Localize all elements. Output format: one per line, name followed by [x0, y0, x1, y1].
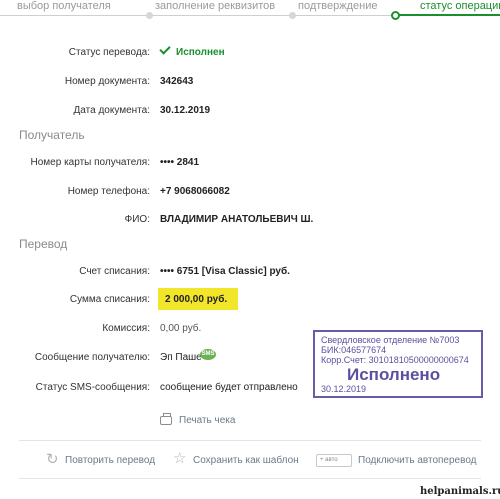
step-dot [146, 12, 153, 19]
full-name-label: ФИО: [124, 214, 150, 225]
stepper-track-active [394, 14, 500, 16]
print-receipt-link[interactable]: Печать чека [179, 415, 235, 426]
progress-stepper: выбор получателя заполнение реквизитов п… [0, 0, 500, 20]
stamp-bik: БИК:046577674 [321, 345, 387, 355]
card-number-value: •••• 2841 [160, 157, 200, 168]
doc-number-value: 342643 [160, 76, 194, 87]
checkmark-icon [159, 43, 171, 55]
phone-value: +7 9068066082 [160, 186, 230, 197]
amount-value: 2 000,00 руб. [165, 294, 228, 305]
stamp-branch: Свердловское отделение №7003 [321, 335, 460, 345]
autopay-link[interactable]: Подключить автоперевод [358, 455, 477, 466]
step-dot [289, 12, 296, 19]
step-fill-details: заполнение реквизитов [155, 0, 276, 12]
fee-label: Комиссия: [102, 323, 150, 334]
status-label: Статус перевода: [68, 47, 150, 58]
star-icon[interactable]: ☆ [173, 451, 186, 466]
refresh-icon[interactable]: ↻ [46, 452, 59, 467]
full-name-value: ВЛАДИМИР АНАТОЛЬЕВИЧ Ш. [160, 214, 314, 225]
message-label: Сообщение получателю: [34, 352, 150, 363]
transfer-section-title: Перевод [19, 237, 68, 251]
printer-icon[interactable] [160, 413, 172, 425]
step-dot-active [391, 11, 400, 20]
sms-icon: SMS [200, 349, 216, 360]
sms-status-value: сообщение будет отправлено [160, 382, 298, 393]
actions-divider [19, 440, 481, 441]
amount-label: Сумма списания: [69, 294, 150, 305]
stepper-track [0, 15, 394, 16]
stamp-executed: Исполнено [347, 365, 441, 384]
doc-date-label: Дата документа: [73, 105, 150, 116]
step-confirmation: подтверждение [298, 0, 378, 12]
doc-number-label: Номер документа: [64, 76, 150, 87]
phone-label: Номер телефона: [67, 186, 150, 197]
doc-date-value: 30.12.2019 [160, 105, 211, 116]
sms-status-label: Статус SMS-сообщения: [35, 382, 150, 393]
bank-stamp: Свердловское отделение №7003 БИК:0465776… [313, 330, 483, 398]
message-value: Эп Паше [160, 352, 202, 363]
stamp-date: 30.12.2019 [321, 384, 367, 394]
step-operation-status: статус операции [420, 0, 500, 12]
fee-value: 0,00 руб. [160, 323, 202, 334]
step-choose-recipient: выбор получателя [17, 0, 111, 12]
site-watermark: helpanimals.ru [420, 486, 500, 497]
bottom-divider [19, 478, 481, 479]
auto-badge[interactable]: + авто [316, 454, 352, 467]
card-number-label: Номер карты получателя: [30, 157, 150, 168]
save-template-link[interactable]: Сохранить как шаблон [193, 455, 299, 466]
debit-account-label: Счет списания: [79, 266, 150, 277]
debit-account-value: •••• 6751 [Visa Classic] руб. [160, 266, 290, 277]
status-value: Исполнен [176, 47, 225, 58]
repeat-transfer-link[interactable]: Повторить перевод [65, 455, 155, 466]
stamp-corr-account: Корр.Счет: 30101810500000000674 [321, 355, 469, 365]
recipient-section-title: Получатель [19, 128, 85, 142]
